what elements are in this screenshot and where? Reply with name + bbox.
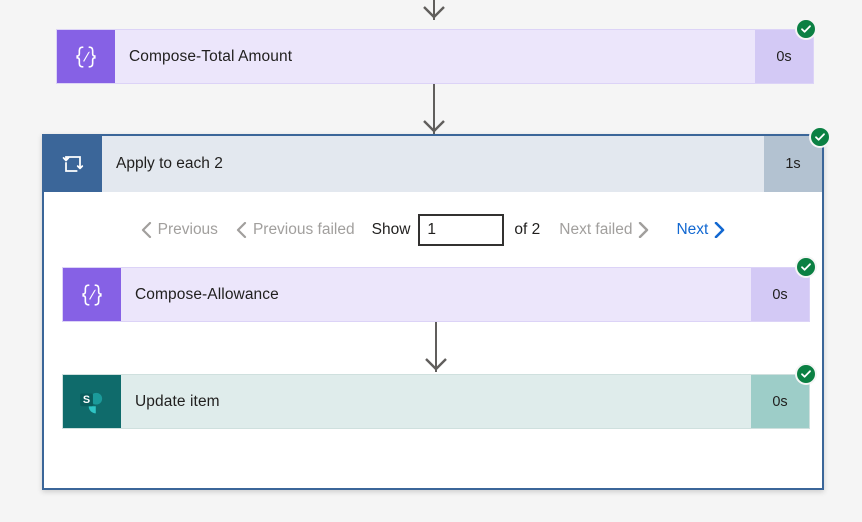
action-card-update-item[interactable]: S Update item 0s [62,374,810,429]
check-icon [801,25,811,33]
loop-header-apply-to-each-2[interactable]: Apply to each 2 1s [44,136,822,192]
previous-failed-button[interactable]: Previous failed [227,222,364,238]
arrow-down-icon [422,120,446,134]
previous-failed-label: Previous failed [252,221,355,239]
status-badge-succeeded [809,126,831,148]
chevron-left-icon [236,222,247,238]
chevron-right-icon [639,222,649,238]
check-icon [801,263,811,271]
next-button[interactable]: Next [658,222,734,238]
check-icon [815,133,825,141]
action-title: Compose-Allowance [135,285,279,303]
svg-text:S: S [83,394,90,406]
page-count-label: of 2 [514,221,541,238]
check-icon [801,370,811,378]
status-badge-succeeded [795,18,817,40]
sharepoint-icon: S [63,375,121,428]
next-failed-button[interactable]: Next failed [550,222,658,238]
status-badge-succeeded [795,256,817,278]
loop-icon [44,136,102,192]
scope-apply-to-each-2[interactable]: Apply to each 2 1s Previous Previous fai… [42,134,824,490]
previous-label: Previous [157,221,218,239]
arrow-down-icon [424,358,448,372]
iteration-pager: Previous Previous failed Show of 2 Next … [44,208,822,252]
page-number-input[interactable] [418,214,505,246]
connector-top-to-compose-total [414,0,454,28]
compose-braces-icon [63,268,121,321]
next-failed-label: Next failed [559,221,633,239]
connector-compose-total-to-loop [414,84,454,136]
action-card-compose-total-amount[interactable]: Compose-Total Amount 0s [56,29,814,84]
arrow-down-icon [422,6,446,20]
action-title: Compose-Total Amount [129,47,293,65]
status-badge-succeeded [795,363,817,385]
chevron-right-icon [715,222,725,238]
previous-button[interactable]: Previous [132,222,227,238]
show-label: Show [371,221,411,238]
connector-compose-allowance-to-update-item [416,322,456,374]
compose-braces-icon [57,30,115,83]
flow-run-canvas: Compose-Total Amount 0s Apply to each 2 … [0,0,862,522]
next-label: Next [676,221,709,239]
loop-title: Apply to each 2 [116,155,223,172]
chevron-left-icon [141,222,151,238]
action-card-compose-allowance[interactable]: Compose-Allowance 0s [62,267,810,322]
action-title: Update item [135,392,220,410]
